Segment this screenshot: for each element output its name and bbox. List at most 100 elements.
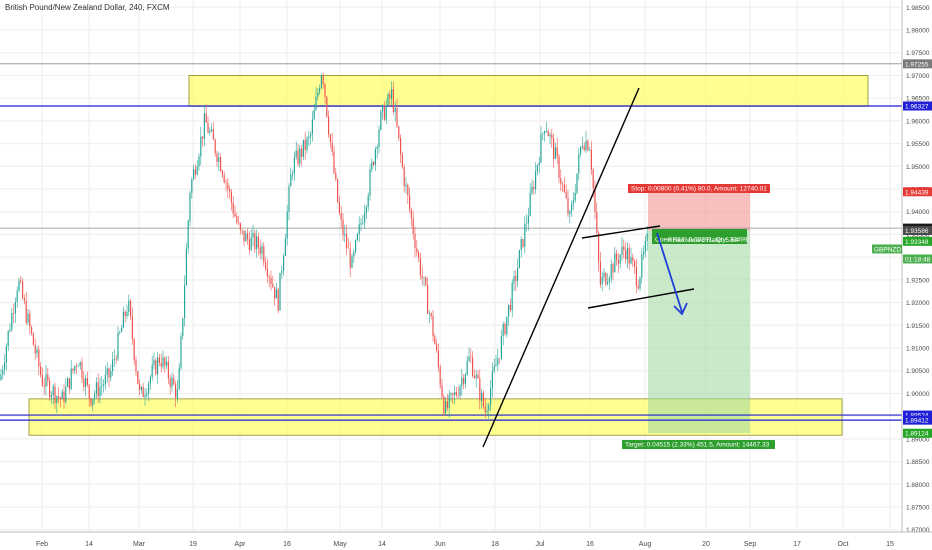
candle-body: [248, 239, 250, 251]
candle-body: [625, 250, 627, 260]
candle-body: [612, 264, 614, 273]
candle-body: [635, 266, 637, 286]
candle-body: [31, 326, 33, 334]
candle-body: [74, 365, 76, 371]
candle-body: [155, 360, 157, 375]
candle-body: [416, 248, 418, 253]
candle-body: [283, 255, 285, 272]
candle-body: [423, 277, 425, 279]
candle-body: [448, 394, 450, 409]
candle-body: [29, 313, 31, 327]
candle-body: [137, 371, 139, 384]
price-axis[interactable]: 1.985001.980001.975001.970001.965001.960…: [901, 0, 932, 550]
candle-body: [619, 255, 621, 264]
candle-body: [112, 359, 114, 371]
candle-body: [587, 140, 589, 151]
candle-body: [598, 232, 600, 262]
candle-body: [115, 358, 117, 360]
level-196327-tag-label: 1.96327: [905, 103, 929, 110]
candle-body: [549, 134, 551, 137]
candle-body: [581, 145, 583, 147]
candle-body: [355, 240, 357, 252]
candle-body: [470, 356, 472, 358]
candle-body: [43, 385, 45, 387]
candle-body: [252, 232, 254, 238]
candle-body: [491, 371, 493, 389]
candle-body: [265, 262, 267, 269]
candle-body: [430, 313, 432, 317]
candle-body: [90, 398, 92, 406]
level-189124-tag-label: 1.89124: [905, 431, 929, 438]
candle-body: [288, 186, 290, 212]
candle-body: [338, 202, 340, 214]
candle-body: [387, 94, 389, 106]
candle-body: [205, 113, 207, 123]
candle-body: [565, 192, 567, 198]
candle-body: [509, 304, 511, 311]
candle-body: [241, 230, 243, 231]
candle-body: [526, 223, 528, 224]
candle-body: [522, 239, 524, 247]
candle-body: [607, 282, 609, 285]
candle-body: [119, 332, 121, 333]
candle-body: [571, 204, 573, 212]
price-chart[interactable]: Stop: 0.00800 (0.41%) 80.0, Amount: 1274…: [0, 0, 932, 550]
candle-body: [544, 131, 546, 134]
candle-body: [317, 92, 319, 97]
candle-body: [389, 94, 391, 99]
price-tick-label: 1.91500: [906, 323, 930, 330]
candle-body: [38, 349, 40, 367]
candle-body: [257, 236, 259, 248]
candle-body: [342, 219, 344, 236]
candle-body: [211, 129, 213, 132]
candle-body: [214, 139, 216, 154]
candle-body: [142, 386, 144, 398]
time-tick-label: Oct: [838, 541, 849, 548]
candle-body: [490, 388, 492, 406]
candle-body: [176, 389, 178, 398]
candle-body: [167, 361, 169, 379]
price-tick-label: 1.88000: [906, 482, 930, 489]
candle-body: [459, 386, 461, 396]
candle-body: [272, 284, 274, 287]
candle-body: [146, 393, 148, 396]
candle-body: [580, 146, 582, 155]
candle-body: [428, 313, 430, 314]
candle-body: [518, 250, 520, 268]
candle-body: [608, 278, 610, 283]
candle-body: [171, 377, 173, 387]
candle-body: [185, 248, 187, 286]
candle-body: [297, 150, 299, 164]
candle-body: [367, 195, 369, 207]
candle-body: [263, 246, 265, 263]
candle-body: [445, 401, 447, 414]
candle-body: [477, 374, 479, 379]
candle-body: [50, 395, 52, 398]
candle-body: [14, 302, 16, 314]
candle-body: [538, 162, 540, 166]
candle-body: [365, 206, 367, 213]
candle-body: [85, 378, 87, 387]
candle-body: [180, 336, 182, 368]
price-tick-label: 1.95500: [906, 141, 930, 148]
time-tick-label: 18: [491, 541, 499, 548]
candle-body: [290, 174, 292, 187]
candle-body: [41, 374, 43, 386]
candle-body: [551, 134, 553, 139]
candle-body: [295, 150, 297, 158]
candle-body: [72, 368, 74, 371]
symbol-tag-label: GBPNZD: [874, 246, 901, 253]
candle-body: [623, 246, 625, 251]
candle-body: [540, 134, 542, 163]
candle-body: [121, 327, 123, 333]
price-tick-label: 1.92000: [906, 300, 930, 307]
candle-body: [166, 361, 168, 366]
candle-body: [409, 195, 411, 210]
candle-body: [455, 392, 457, 396]
candle-body: [266, 268, 268, 277]
time-axis[interactable]: Feb 14 Mar 19 Apr 16 May 14 Jun 18 Jul 16 Aug 20 Sep 17…: [0, 531, 932, 550]
candle-body: [239, 223, 241, 231]
time-tick-label: Feb: [36, 541, 48, 548]
time-tick-label: 19: [189, 541, 197, 548]
candle-body: [106, 368, 108, 375]
